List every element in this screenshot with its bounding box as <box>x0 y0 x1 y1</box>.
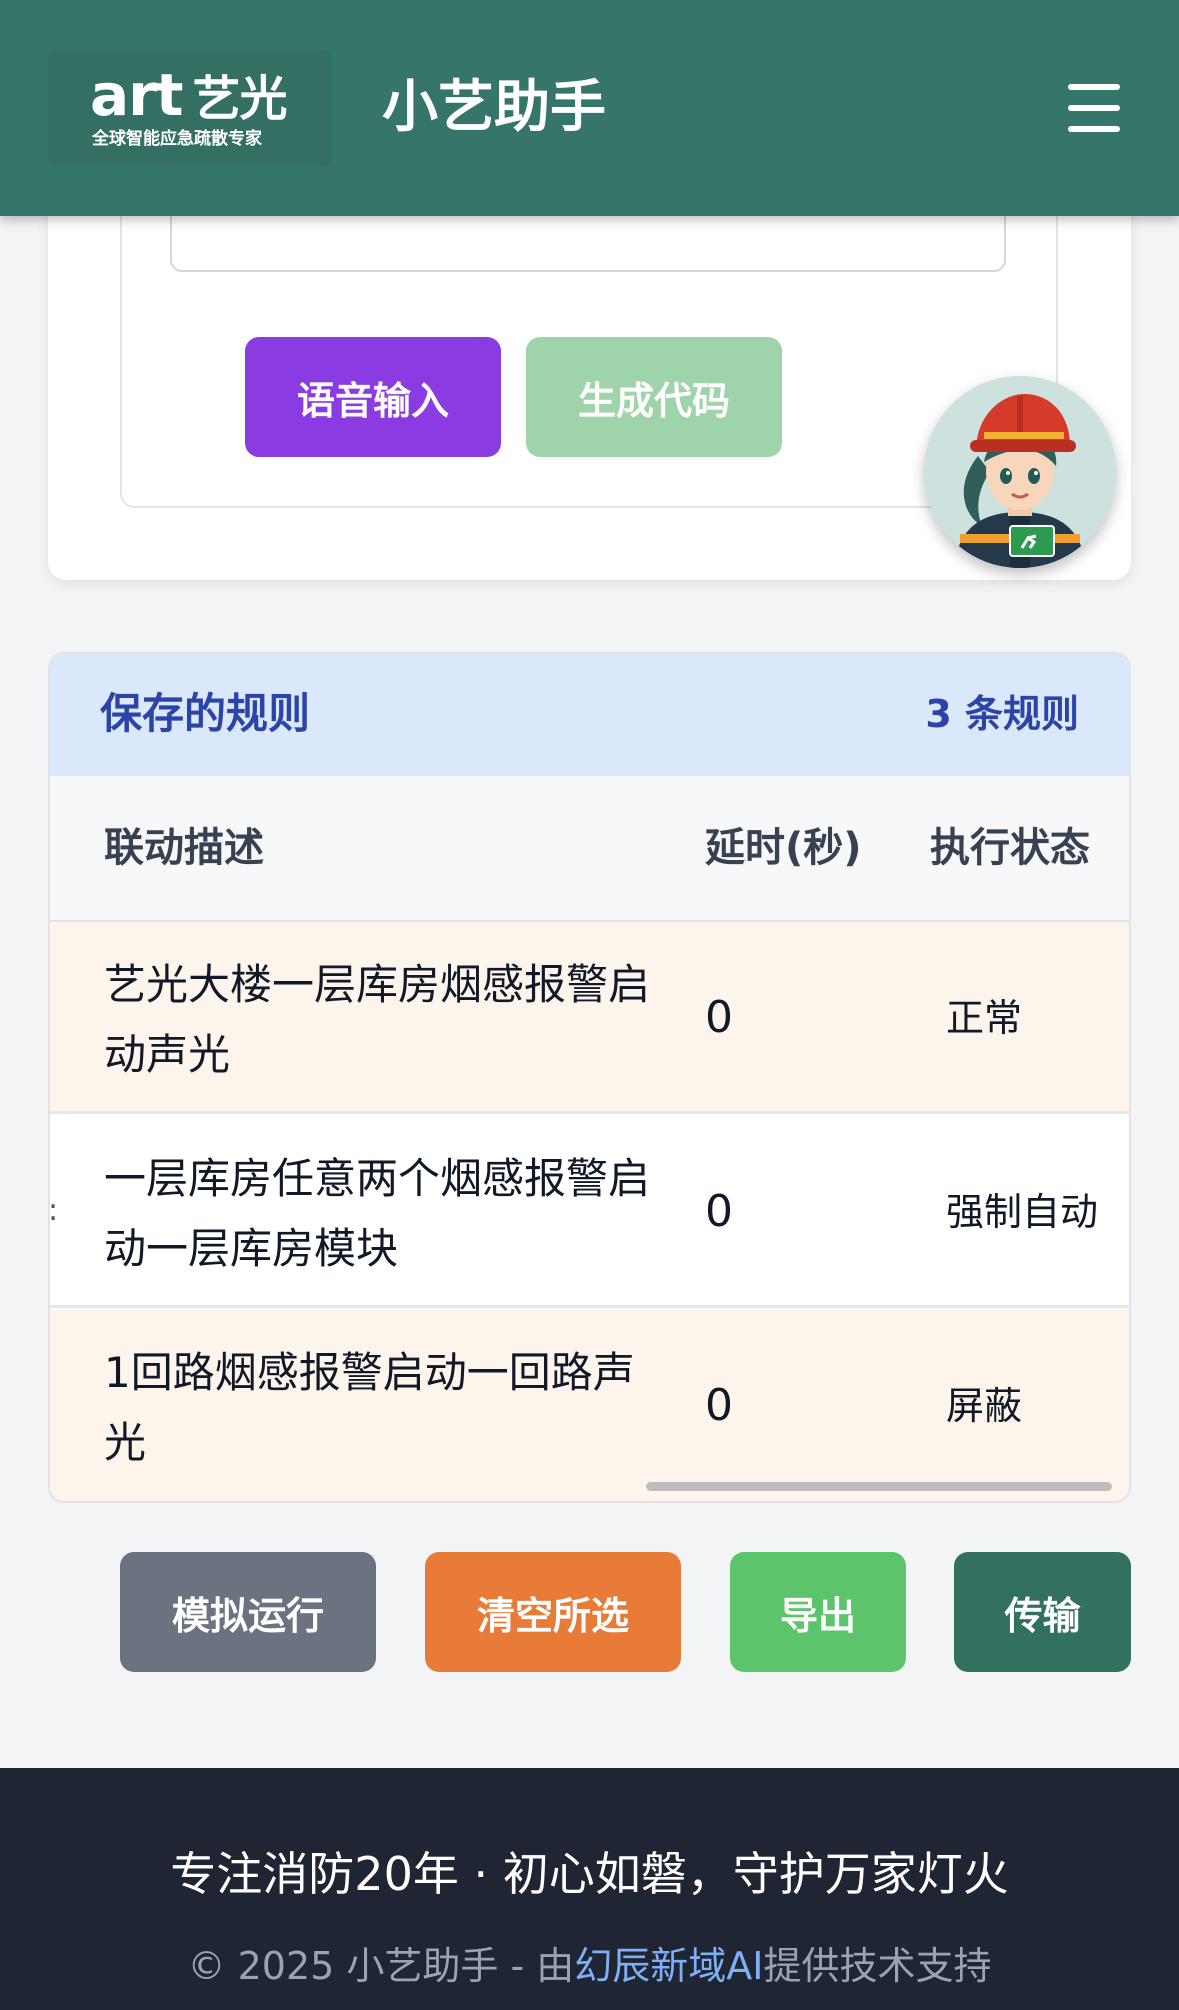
footer-slogan: 专注消防20年 · 初心如磐，守护万家灯火 <box>170 1847 1009 1901</box>
table-row[interactable]: : 一层库房任意两个烟感报警启动一层库房模块 0 强制自动 <box>50 1116 1129 1308</box>
app-header: art 艺光 全球智能应急疏散专家 小艺助手 <box>0 0 1179 216</box>
table-row[interactable]: 艺光大楼一层库房烟感报警启动声光 0 正常 <box>50 922 1129 1114</box>
horizontal-scrollbar[interactable] <box>646 1482 1112 1491</box>
assistant-avatar[interactable] <box>924 376 1116 568</box>
column-header-description: 联动描述 <box>104 825 264 871</box>
row-clipped-marker: : <box>48 1193 59 1228</box>
footer-copyright: © 2025 小艺助手 - 由幻辰新域AI提供技术支持 <box>0 1938 1179 1994</box>
logo-tagline: 全球智能应急疏散专家 <box>92 129 262 149</box>
transfer-button[interactable]: 传输 <box>954 1552 1131 1672</box>
copyright-suffix: 提供技术支持 <box>763 1944 992 1988</box>
rule-status: 强制自动 <box>946 1190 1099 1234</box>
firefighter-avatar-icon <box>924 376 1116 568</box>
app-title: 小艺助手 <box>382 75 606 140</box>
generate-code-button[interactable]: 生成代码 <box>526 337 782 457</box>
rule-description: 艺光大楼一层库房烟感报警启动声光 <box>104 960 651 1079</box>
page-footer: 专注消防20年 · 初心如磐，守护万家灯火 © 2025 小艺助手 - 由幻辰新… <box>0 1768 1179 2010</box>
rules-count-badge: 3 条规则 <box>925 692 1079 736</box>
logo-chinese: 艺光 <box>192 71 287 127</box>
saved-rules-table: 保存的规则 3 条规则 联动描述 延时(秒) 执行状态 艺光大楼一层库房烟感报警… <box>48 652 1131 1503</box>
rule-delay: 0 <box>705 1186 733 1237</box>
rule-delay: 0 <box>705 992 733 1043</box>
logo-latin: art <box>90 61 183 129</box>
voice-input-button[interactable]: 语音输入 <box>245 337 501 457</box>
export-button[interactable]: 导出 <box>730 1552 906 1672</box>
logo-wordmark: art 艺光 <box>90 61 287 130</box>
hamburger-menu-icon[interactable] <box>1064 78 1124 138</box>
simulate-run-button[interactable]: 模拟运行 <box>120 1552 376 1672</box>
rule-description: 一层库房任意两个烟感报警启动一层库房模块 <box>104 1154 651 1273</box>
rules-header: 保存的规则 3 条规则 <box>50 654 1129 776</box>
rules-title: 保存的规则 <box>100 689 311 738</box>
rule-delay: 0 <box>705 1380 733 1431</box>
clear-selected-button[interactable]: 清空所选 <box>425 1552 681 1672</box>
tech-support-link[interactable]: 幻辰新域AI <box>574 1944 763 1988</box>
rule-status: 正常 <box>946 996 1023 1040</box>
rule-description: 1回路烟感报警启动一回路声光 <box>104 1348 635 1467</box>
table-header-row: 联动描述 延时(秒) 执行状态 <box>50 776 1129 922</box>
column-header-delay: 延时(秒) <box>705 825 862 871</box>
copyright-prefix: © 2025 小艺助手 - 由 <box>187 1944 575 1988</box>
column-header-status: 执行状态 <box>930 825 1090 871</box>
rule-status: 屏蔽 <box>946 1384 1023 1428</box>
table-row[interactable]: 1回路烟感报警启动一回路声光 0 屏蔽 <box>50 1310 1129 1501</box>
brand-logo[interactable]: art 艺光 全球智能应急疏散专家 <box>48 50 332 166</box>
